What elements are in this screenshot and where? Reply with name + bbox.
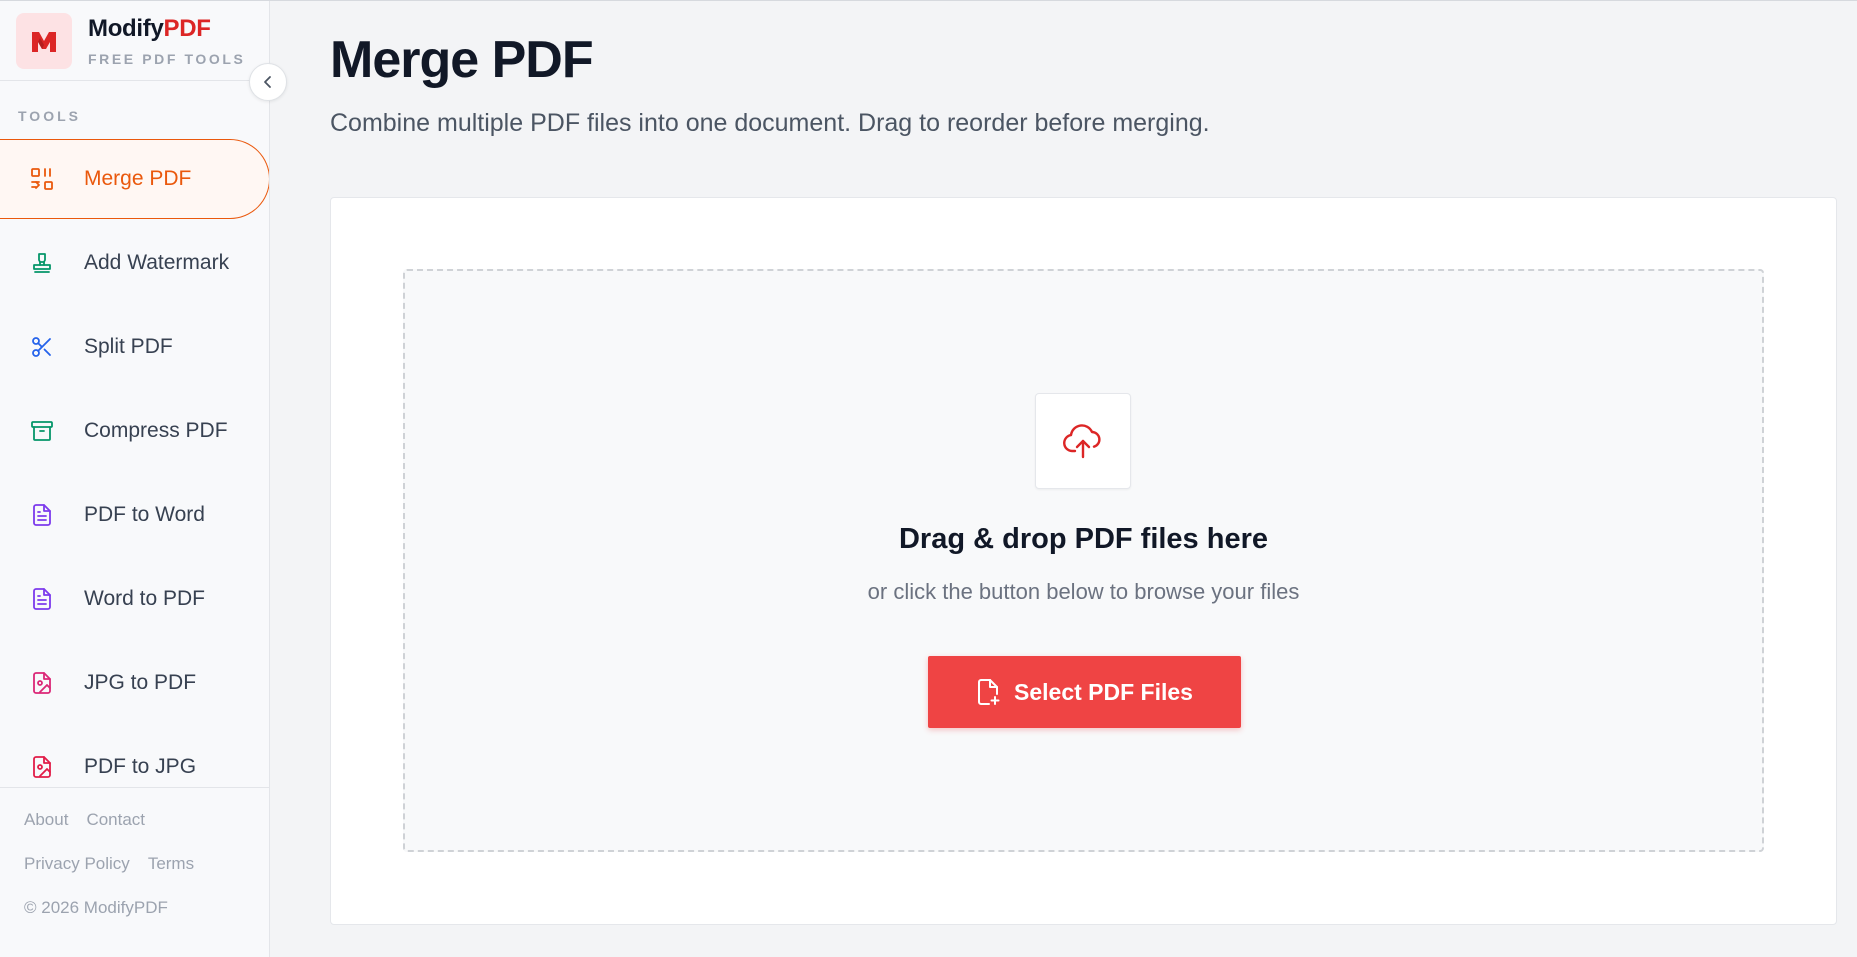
sidebar-item-label: PDF to JPG: [84, 755, 197, 778]
select-pdf-files-button[interactable]: Select PDF Files: [928, 656, 1241, 728]
dropzone[interactable]: Drag & drop PDF files here or click the …: [403, 269, 1764, 852]
sidebar-item-label: Split PDF: [84, 335, 173, 358]
chevron-left-icon: [264, 76, 271, 88]
archive-icon: [28, 417, 56, 445]
file-plus-icon: [978, 679, 1000, 705]
scissors-icon: [28, 333, 56, 361]
brand-header: ModifyPDF FREE PDF TOOLS: [0, 1, 269, 81]
sidebar-item-word-to-pdf[interactable]: Word to PDF: [0, 559, 269, 639]
page-description: Combine multiple PDF files into one docu…: [330, 109, 1210, 137]
sidebar-item-label: PDF to Word: [84, 503, 205, 526]
sidebar-item-label: Word to PDF: [84, 587, 205, 610]
upload-icon-box: [1035, 393, 1131, 489]
cloud-upload-icon: [1063, 424, 1101, 459]
sidebar-item-label: Merge PDF: [84, 167, 192, 190]
sidebar-item-merge-pdf[interactable]: Merge PDF: [0, 139, 269, 219]
brand-text: ModifyPDF FREE PDF TOOLS: [88, 15, 246, 67]
contact-link[interactable]: Contact: [86, 810, 145, 830]
sidebar-item-split-pdf[interactable]: Split PDF: [0, 307, 269, 387]
sidebar-item-pdf-to-word[interactable]: PDF to Word: [0, 475, 269, 555]
footer-links-row: About Contact: [24, 810, 269, 830]
stamp-icon: [28, 249, 56, 277]
brand-name-main: Modify: [88, 14, 164, 42]
sidebar-item-label: Compress PDF: [84, 419, 228, 442]
sidebar-item-add-watermark[interactable]: Add Watermark: [0, 223, 269, 303]
privacy-policy-link[interactable]: Privacy Policy: [24, 854, 130, 874]
sidebar-item-compress-pdf[interactable]: Compress PDF: [0, 391, 269, 471]
brand-subtitle: FREE PDF TOOLS: [88, 50, 246, 67]
sidebar-item-label: JPG to PDF: [84, 671, 197, 694]
image-file-icon: [28, 753, 56, 781]
terms-link[interactable]: Terms: [148, 854, 194, 874]
sidebar-item-pdf-to-jpg[interactable]: PDF to JPG: [0, 727, 269, 787]
upload-card: Drag & drop PDF files here or click the …: [330, 197, 1837, 925]
modifypdf-logo-icon[interactable]: [16, 12, 72, 69]
main-content: Merge PDF Combine multiple PDF files int…: [270, 1, 1857, 957]
app-root: ModifyPDF FREE PDF TOOLS TOOLS Merge PDF: [0, 0, 1857, 957]
document-icon: [28, 585, 56, 613]
brand-name: ModifyPDF: [88, 15, 246, 43]
dropzone-title: Drag & drop PDF files here: [898, 523, 1268, 555]
sidebar-item-label: Add Watermark: [84, 251, 230, 274]
page-title: Merge PDF: [330, 31, 594, 89]
select-pdf-files-label: Select PDF Files: [1014, 678, 1193, 705]
sidebar: ModifyPDF FREE PDF TOOLS TOOLS Merge PDF: [0, 1, 287, 957]
brand-name-accent: PDF: [163, 14, 211, 42]
document-icon: [28, 501, 56, 529]
copyright: © 2026 ModifyPDF: [24, 898, 168, 917]
section-label-tools: TOOLS: [18, 108, 81, 124]
about-link[interactable]: About: [24, 810, 68, 830]
image-file-icon: [28, 669, 56, 697]
sidebar-collapse-button[interactable]: [249, 63, 287, 101]
dropzone-subtitle: or click the button below to browse your…: [867, 579, 1300, 604]
sidebar-nav: Merge PDF Add Watermark Split PDF Compre…: [0, 139, 269, 787]
sidebar-footer: About Contact Privacy Policy Terms © 202…: [0, 787, 269, 957]
sidebar-item-jpg-to-pdf[interactable]: JPG to PDF: [0, 643, 269, 723]
footer-links-row: Privacy Policy Terms: [24, 854, 269, 874]
merge-icon: [28, 165, 56, 193]
